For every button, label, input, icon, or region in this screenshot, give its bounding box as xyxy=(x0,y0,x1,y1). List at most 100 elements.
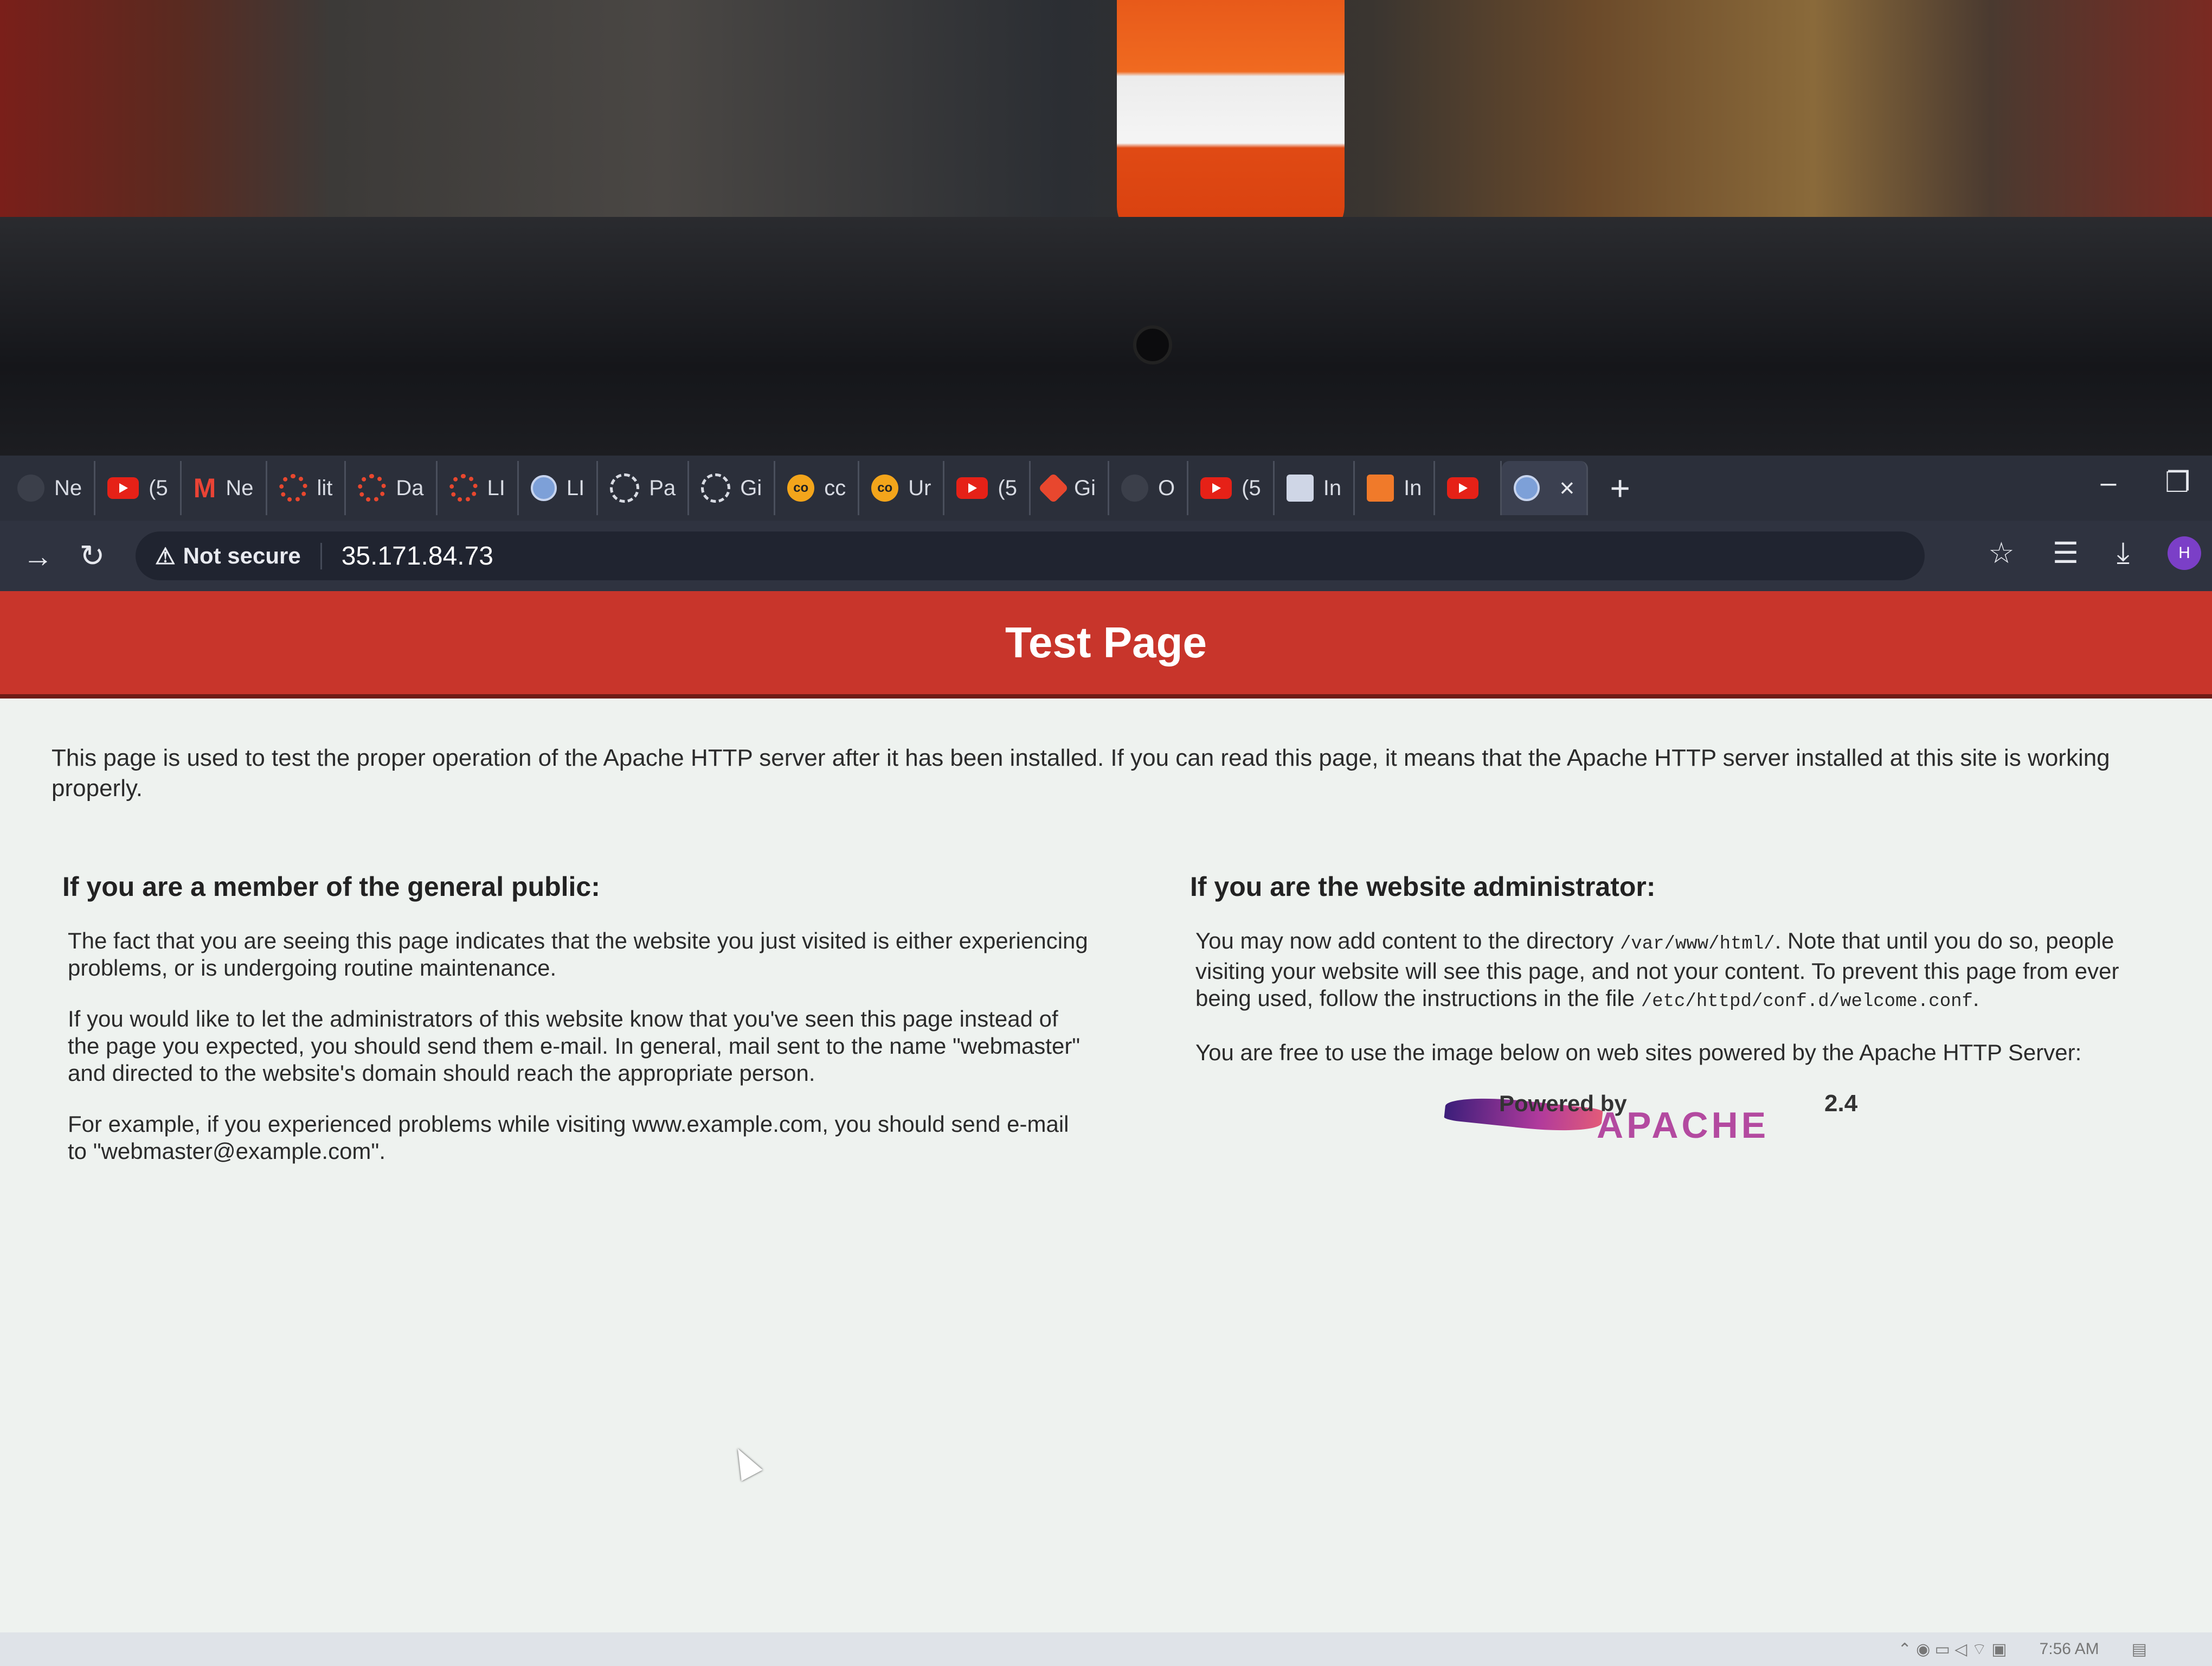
codeforces-icon: co xyxy=(787,475,815,502)
browser-tab[interactable]: (5 xyxy=(944,461,1031,515)
tab-strip: Ne (5 M Ne lit Da LI LI Pa Gi co cc co Ur (5 Gi O (5 In In ×… xyxy=(0,456,2212,521)
warning-icon: ⚠ xyxy=(155,543,176,569)
os-taskbar: ⌃ ◉ ▭ ◁ ⌔ ▣ 7:56 AM ▤ xyxy=(0,1632,2212,1666)
browser-tab[interactable]: (5 xyxy=(95,461,182,515)
ring-icon xyxy=(358,474,387,502)
restore-icon[interactable]: ❐ xyxy=(2165,466,2190,499)
public-paragraph-3: For example, if you experienced problems… xyxy=(68,1111,1069,1164)
active-tab[interactable]: × xyxy=(1502,461,1589,515)
browser-tab[interactable]: O xyxy=(1109,461,1189,515)
globe-icon xyxy=(1514,475,1540,501)
system-tray-icons[interactable]: ⌃ ◉ ▭ ◁ ⌔ ▣ xyxy=(1898,1639,2007,1659)
close-tab-icon[interactable]: × xyxy=(1559,473,1574,503)
tab-label: LI xyxy=(487,476,505,500)
browser-tab[interactable]: Da xyxy=(346,461,438,515)
bookmark-star-icon[interactable]: ☆ xyxy=(1988,536,2014,570)
admin-heading: If you are the website administrator: xyxy=(1190,872,1656,902)
git-icon xyxy=(1038,472,1069,504)
public-paragraph-1: The fact that you are seeing this page i… xyxy=(68,928,1088,981)
youtube-icon xyxy=(956,477,988,499)
public-paragraph-2: If you would like to let the administrat… xyxy=(68,1006,1081,1086)
public-heading: If you are a member of the general publi… xyxy=(62,872,600,902)
youtube-icon xyxy=(107,477,139,499)
tab-label: Pa xyxy=(649,476,676,500)
background-room xyxy=(0,0,2212,239)
toolbar-icons: ☆ ☰ ⤓ H xyxy=(1988,536,2201,570)
security-label: Not secure xyxy=(183,543,301,568)
minimize-icon[interactable]: – xyxy=(2100,466,2116,499)
admin-paragraph-2: You are free to use the image below on w… xyxy=(1195,1040,2082,1065)
tab-label: Gi xyxy=(1074,476,1096,500)
url-text[interactable]: 35.171.84.73 xyxy=(342,541,493,571)
globe-icon xyxy=(530,475,557,501)
browser-tab[interactable]: co cc xyxy=(775,461,860,515)
browser-toolbar: → ↻ ⚠ Not secure 35.171.84.73 ☆ ☰ ⤓ H xyxy=(0,521,2212,591)
image-icon xyxy=(1286,475,1314,502)
tab-label: lit xyxy=(317,476,333,500)
new-tab-button[interactable]: + xyxy=(1588,468,1651,508)
apache-wordmark: APACHE xyxy=(1597,1105,1770,1146)
site-icon xyxy=(1121,475,1148,502)
browser-tab[interactable]: LI xyxy=(519,461,599,515)
tab-label: LI xyxy=(566,476,585,500)
youtube-icon xyxy=(1447,477,1479,499)
github-icon xyxy=(17,475,44,502)
browser-tab[interactable] xyxy=(1435,461,1502,515)
admin-section: If you are the website administrator: Yo… xyxy=(1190,873,2155,1150)
security-chip[interactable]: ⚠ Not secure xyxy=(155,542,322,569)
browser-tab[interactable]: In xyxy=(1275,461,1355,515)
reading-list-icon[interactable]: ☰ xyxy=(2053,536,2079,570)
tab-label: (5 xyxy=(998,476,1017,500)
profile-avatar[interactable]: H xyxy=(2168,536,2201,570)
ring-icon xyxy=(449,474,478,502)
tab-label: Da xyxy=(396,476,424,500)
mouse-cursor-icon xyxy=(727,1443,763,1482)
powered-by-apache-badge: Powered by 2.4 APACHE xyxy=(1444,1090,1868,1150)
browser-tab[interactable]: co Ur xyxy=(859,461,945,515)
browser-tab[interactable]: Pa xyxy=(598,461,690,515)
browser-tab[interactable]: LI xyxy=(438,461,519,515)
youtube-icon xyxy=(1200,477,1232,499)
window-controls: – ❐ xyxy=(2100,466,2190,499)
notification-icon[interactable]: ▤ xyxy=(2132,1640,2147,1659)
reload-icon[interactable]: ↻ xyxy=(65,538,119,574)
tab-label: Ne xyxy=(226,476,254,500)
laptop-screen: Ne (5 M Ne lit Da LI LI Pa Gi co cc co Ur (5 Gi O (5 In In ×… xyxy=(0,456,2212,1666)
background-bottle xyxy=(1117,0,1345,239)
admin-text-a: You may now add content to the directory xyxy=(1195,928,1620,953)
address-bar[interactable]: ⚠ Not secure 35.171.84.73 xyxy=(136,531,1925,580)
app-icon xyxy=(1367,475,1394,502)
public-section: If you are a member of the general publi… xyxy=(62,873,1092,1189)
tab-label: In xyxy=(1404,476,1422,500)
intro-text: This page is used to test the proper ope… xyxy=(52,745,2110,802)
browser-tab[interactable]: Gi xyxy=(1031,461,1109,515)
tab-label: O xyxy=(1158,476,1175,500)
loading-icon xyxy=(701,473,731,503)
forward-icon[interactable]: → xyxy=(11,539,65,574)
config-file-path: /etc/httpd/conf.d/welcome.conf xyxy=(1641,991,1973,1012)
browser-tab[interactable]: lit xyxy=(267,461,346,515)
laptop-bezel xyxy=(0,217,2212,466)
browser-tab[interactable]: In xyxy=(1355,461,1436,515)
codeforces-icon: co xyxy=(871,475,899,502)
loading-icon xyxy=(610,473,640,503)
tab-label: cc xyxy=(824,476,846,500)
gmail-icon: M xyxy=(193,473,216,503)
tab-label: In xyxy=(1323,476,1342,500)
apache-version: 2.4 xyxy=(1824,1090,1858,1117)
tab-label: Ur xyxy=(908,476,931,500)
tab-label: Gi xyxy=(740,476,762,500)
browser-tab[interactable]: M Ne xyxy=(182,461,267,515)
directory-path: /var/www/html/ xyxy=(1619,934,1775,954)
taskbar-clock[interactable]: 7:56 AM xyxy=(2040,1640,2099,1658)
webcam xyxy=(1133,325,1172,364)
tab-label: Ne xyxy=(54,476,82,500)
browser-tab[interactable]: Gi xyxy=(689,461,776,515)
page-title: Test Page xyxy=(0,591,2212,699)
admin-paragraph-1: You may now add content to the directory… xyxy=(1195,927,2155,1015)
ring-icon xyxy=(279,474,307,502)
web-page: Test Page This page is used to test the … xyxy=(0,591,2212,1666)
download-icon[interactable]: ⤓ xyxy=(2117,536,2130,570)
browser-tab[interactable]: (5 xyxy=(1188,461,1275,515)
browser-tab[interactable]: Ne xyxy=(5,461,96,515)
